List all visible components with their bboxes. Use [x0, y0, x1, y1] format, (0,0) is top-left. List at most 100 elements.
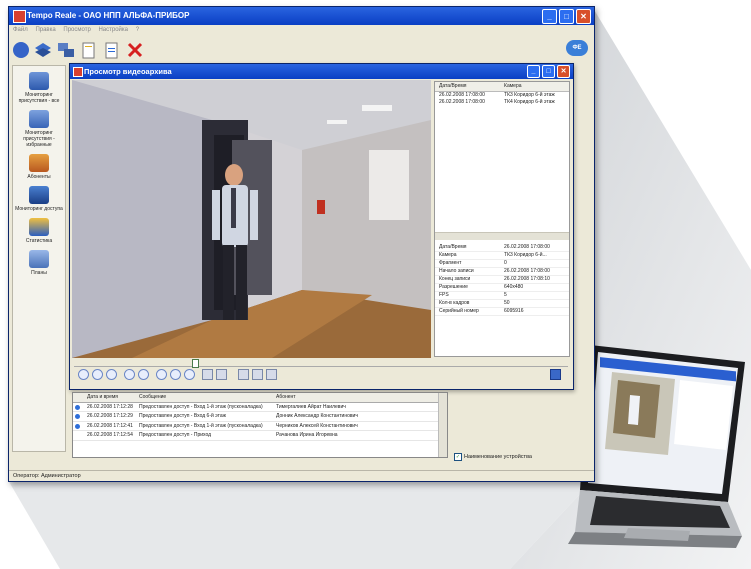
video-frame	[72, 80, 431, 358]
event-date: 26.02.2008 17:12:28	[87, 403, 133, 410]
pause-icon[interactable]	[138, 369, 149, 380]
event-subscriber: Тимергалиев Айрат Наилевич	[276, 403, 346, 410]
close-button[interactable]: ✕	[576, 9, 591, 24]
plans-icon	[29, 250, 49, 268]
event-status	[73, 431, 85, 440]
favorites-monitor-icon	[29, 110, 49, 128]
column-camera[interactable]: Камера	[500, 82, 569, 91]
save-icon[interactable]	[550, 369, 561, 380]
video-minimize-button[interactable]: _	[527, 65, 540, 78]
menu-view[interactable]: Просмотр	[63, 27, 90, 33]
zoom-frame-icon[interactable]	[238, 369, 249, 380]
menu-help[interactable]: ?	[136, 27, 139, 33]
step-back-icon[interactable]	[92, 369, 103, 380]
property-value: 6095916	[504, 308, 524, 314]
stop-icon[interactable]	[156, 369, 167, 380]
app-window: Tempo Reale - ОАО НПП АЛЬФА-ПРИБОР _ □ ✕…	[8, 6, 595, 482]
sidebar-item-label: Планы	[31, 270, 47, 276]
table-row[interactable]: 26.02.2008 17:12:41 Предоставлен доступ …	[73, 422, 447, 431]
recording-datetime: 26.02.2008 17:08:00	[439, 92, 485, 98]
sidebar-item-subscribers[interactable]: Абоненты	[13, 154, 65, 180]
table-row[interactable]: 26.02.2008 17:12:29 Предоставлен доступ …	[73, 412, 447, 422]
export-icon[interactable]	[216, 369, 227, 380]
menu-edit[interactable]: Правка	[35, 27, 55, 33]
settings-icon[interactable]	[266, 369, 277, 380]
monitor-icon[interactable]	[13, 42, 29, 58]
last-frame-icon[interactable]	[184, 369, 195, 380]
video-close-button[interactable]: ✕	[557, 65, 570, 78]
header-datetime[interactable]: Дата и время	[85, 393, 137, 402]
sidebar-item-statistics[interactable]: Статистика	[13, 218, 65, 244]
event-status	[73, 422, 85, 431]
property-name: Камера	[439, 252, 457, 258]
property-name: Разрешение	[439, 284, 468, 290]
video-archive-window: Просмотр видеоархива _ □ ✕ Дата/Время Ка…	[69, 63, 574, 390]
property-name: Серийный номер	[439, 308, 479, 314]
menu-file[interactable]: Файл	[13, 27, 28, 33]
sidebar-item-label: Мониторинг присутствия - избранные	[23, 130, 55, 148]
event-message: Предоставлен доступ - Вход 6-й этаж	[139, 413, 226, 419]
first-frame-icon[interactable]	[78, 369, 89, 380]
network-icon[interactable]	[57, 41, 75, 59]
recording-camera: ТК4 Коридор 6-й этаж	[504, 99, 555, 105]
property-value: 640x480	[504, 284, 524, 290]
minimize-button[interactable]: _	[542, 9, 557, 24]
property-name: FPS	[439, 292, 449, 298]
property-name: Дата/Время	[439, 244, 467, 250]
video-maximize-button[interactable]: □	[542, 65, 555, 78]
door-icon	[29, 186, 49, 204]
recording-row[interactable]: 26.02.2008 17:08:00 ТК3 Коридор 6-й этаж	[435, 92, 569, 99]
forward-icon[interactable]	[170, 369, 181, 380]
snapshot-icon[interactable]	[202, 369, 213, 380]
sidebar-item-access[interactable]: Мониторинг доступа	[13, 186, 65, 212]
fit-image-icon[interactable]	[252, 369, 263, 380]
sidebar-item-plans[interactable]: Планы	[13, 250, 65, 276]
event-date: 26.02.2008 17:12:29	[87, 413, 133, 419]
table-row[interactable]: 26.02.2008 17:12:54 Предоставлен доступ …	[73, 431, 447, 441]
maximize-button[interactable]: □	[559, 9, 574, 24]
property-row: FPS 5	[435, 292, 569, 300]
header-status	[73, 393, 85, 402]
sidebar-item-label: Абоненты	[27, 174, 51, 180]
events-scrollbar[interactable]	[438, 393, 447, 457]
device-name-checkbox[interactable]: ✓	[454, 453, 462, 461]
playback-controls	[78, 369, 277, 380]
property-value: ТК3 Коридор 6-й...	[504, 252, 547, 258]
property-row: Серийный номер 6095916	[435, 308, 569, 316]
device-name-option[interactable]: ✓ Наименование устройства	[454, 453, 532, 461]
event-message: Предоставлен доступ - Приход	[139, 432, 212, 438]
layers-icon[interactable]	[34, 41, 52, 59]
recordings-scrollbar[interactable]	[435, 232, 569, 240]
property-row: Камера ТК3 Коридор 6-й...	[435, 252, 569, 260]
recording-row[interactable]: 26.02.2008 17:08:00 ТК4 Коридор 6-й этаж	[435, 99, 569, 106]
subscribers-icon	[29, 154, 49, 172]
event-status	[73, 412, 85, 421]
status-bar: Оператор: Администратор	[9, 470, 594, 481]
new-doc-icon[interactable]	[80, 41, 98, 59]
doc-icon[interactable]	[103, 41, 121, 59]
table-row[interactable]: 26.02.2008 17:12:28 Предоставлен доступ …	[73, 403, 447, 412]
menu-settings[interactable]: Настройка	[98, 27, 128, 33]
info-icon	[75, 404, 80, 410]
sidebar-item-label: Статистика	[25, 238, 53, 244]
playback-timeline[interactable]	[74, 359, 568, 368]
event-status	[73, 403, 85, 412]
property-row: Конец записи 26.02.2008 17:08:10	[435, 276, 569, 284]
property-row: Разрешение 640x480	[435, 284, 569, 292]
people-monitor-icon	[29, 72, 49, 90]
delete-icon[interactable]	[126, 41, 144, 59]
property-name: Конец записи	[439, 276, 471, 282]
header-message[interactable]: Сообщение	[137, 393, 274, 402]
app-icon	[13, 10, 26, 23]
column-datetime[interactable]: Дата/Время	[435, 82, 500, 91]
sidebar-item-presence-all[interactable]: Мониторинг присутствия - все	[13, 72, 65, 104]
header-subscriber[interactable]: Абонент	[274, 393, 386, 402]
rewind-icon[interactable]	[106, 369, 117, 380]
play-icon[interactable]	[124, 369, 135, 380]
sidebar-item-presence-favorites[interactable]: Мониторинг присутствия - избранные	[13, 110, 65, 148]
timeline-thumb[interactable]	[192, 359, 199, 368]
property-value: 26.02.2008 17:08:00	[504, 268, 550, 274]
property-value: 5	[504, 292, 507, 298]
recording-properties: Дата/Время 26.02.2008 17:08:00 Камера ТК3 …	[435, 244, 569, 316]
property-row: Фрагмент 0	[435, 260, 569, 268]
